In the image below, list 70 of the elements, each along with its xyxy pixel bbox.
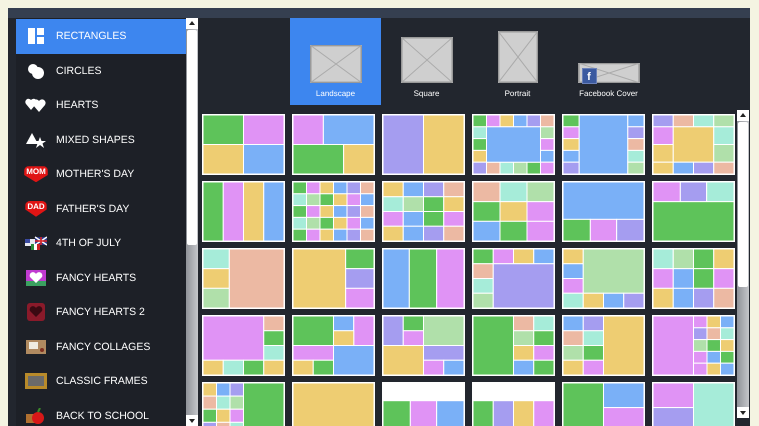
scrollbar[interactable] xyxy=(186,18,198,426)
layout-thumbnail[interactable] xyxy=(292,181,375,242)
layout-thumbnail[interactable] xyxy=(382,382,465,426)
layout-thumbnail[interactable] xyxy=(472,315,555,376)
layout-thumbnail[interactable] xyxy=(202,248,285,309)
layout-thumbnail[interactable] xyxy=(292,315,375,376)
scroll-thumb[interactable] xyxy=(738,122,748,287)
layout-thumbnail[interactable] xyxy=(562,248,645,309)
category-item[interactable]: MIXED SHAPES xyxy=(16,122,186,157)
layout-thumbnail[interactable] xyxy=(382,181,465,242)
category-item[interactable]: CIRCLES xyxy=(16,54,186,88)
image-placeholder-icon xyxy=(310,45,362,83)
layout-thumbnail[interactable] xyxy=(652,382,735,426)
image-placeholder-icon xyxy=(498,31,538,83)
layout-thumbnail[interactable] xyxy=(472,248,555,309)
layout-thumbnail[interactable] xyxy=(202,114,285,175)
shapes-icon xyxy=(26,132,46,148)
scroll-down-icon[interactable] xyxy=(737,407,749,418)
layout-thumbnail[interactable] xyxy=(562,114,645,175)
scroll-up-icon[interactable] xyxy=(737,110,749,121)
category-item[interactable]: RECTANGLES xyxy=(16,19,186,54)
heart-tile-icon xyxy=(27,303,45,322)
heart-frame-icon xyxy=(26,270,46,286)
category-item[interactable]: MOM MOTHER'S DAY xyxy=(16,157,186,192)
scroll-up-icon[interactable] xyxy=(186,18,198,29)
category-item[interactable]: HEARTS xyxy=(16,88,186,122)
format-tab[interactable]: Portrait xyxy=(472,18,563,105)
category-item[interactable]: DAD FATHER'S DAY xyxy=(16,192,186,226)
format-tab[interactable]: f Facebook Cover xyxy=(563,18,654,105)
layout-thumbnail[interactable] xyxy=(472,181,555,242)
layout-thumbnail[interactable] xyxy=(652,248,735,309)
layout-thumbnail[interactable] xyxy=(472,114,555,175)
frame-icon xyxy=(25,373,47,390)
category-item[interactable]: BACK TO SCHOOL xyxy=(16,398,186,426)
category-item[interactable]: CLASSIC FRAMES xyxy=(16,364,186,398)
circles-icon xyxy=(27,62,45,79)
facebook-badge: f xyxy=(582,68,596,84)
category-item[interactable]: 4TH OF JULY xyxy=(16,226,186,260)
layout-thumbnail[interactable] xyxy=(562,181,645,242)
layout-thumbnail[interactable] xyxy=(202,181,285,242)
layout-thumbnail[interactable] xyxy=(382,248,465,309)
hearts-icon xyxy=(25,98,47,112)
collage-icon xyxy=(26,340,46,354)
apple-icon xyxy=(26,408,46,424)
heart-badge: MOM xyxy=(24,166,48,182)
category-item[interactable]: FANCY HEARTS xyxy=(16,260,186,295)
layout-thumbnail[interactable] xyxy=(202,315,285,376)
flags-icon xyxy=(25,236,47,250)
layout-thumbnail[interactable] xyxy=(202,382,285,426)
layout-thumbnail[interactable] xyxy=(652,181,735,242)
layout-thumbnail[interactable] xyxy=(382,315,465,376)
layout-thumbnail[interactable] xyxy=(562,382,645,426)
layout-thumbnail[interactable] xyxy=(562,315,645,376)
layout-thumbnail[interactable] xyxy=(292,248,375,309)
layout-thumbnail[interactable] xyxy=(472,382,555,426)
layout-thumbnail[interactable] xyxy=(382,114,465,175)
scroll-down-icon[interactable] xyxy=(186,415,198,426)
category-item[interactable]: FANCY COLLAGES xyxy=(16,330,186,364)
layout-thumbnail[interactable] xyxy=(652,315,735,376)
scrollbar[interactable] xyxy=(737,110,749,418)
category-item[interactable]: FANCY HEARTS 2 xyxy=(16,295,186,330)
layout-thumbnail[interactable] xyxy=(292,382,375,426)
scroll-thumb[interactable] xyxy=(187,30,197,245)
heart-badge: DAD xyxy=(25,200,47,217)
format-tab[interactable]: Square xyxy=(381,18,472,105)
format-tab[interactable]: Landscape xyxy=(290,18,381,105)
layout-thumbnail[interactable] xyxy=(652,114,735,175)
layout-icon xyxy=(28,28,44,44)
image-placeholder-icon xyxy=(400,37,452,83)
layout-thumbnail[interactable] xyxy=(292,114,375,175)
